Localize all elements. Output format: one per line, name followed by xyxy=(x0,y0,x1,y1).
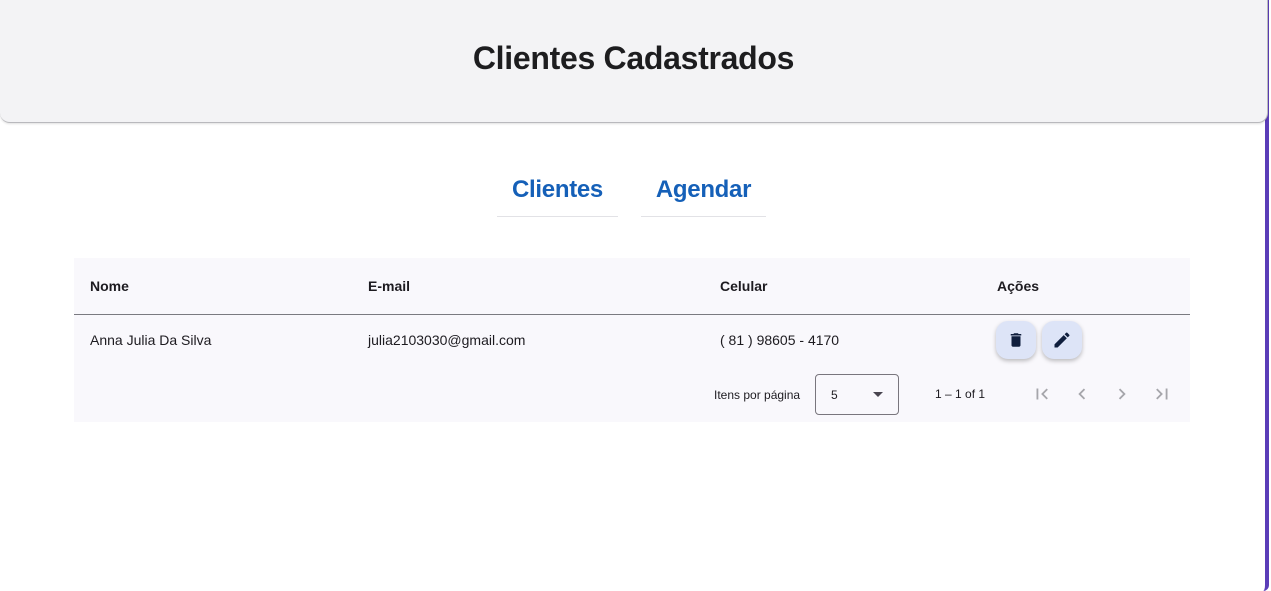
first-page-icon xyxy=(1036,388,1048,400)
cell-nome: Anna Julia Da Silva xyxy=(90,332,212,348)
last-page-icon xyxy=(1156,388,1168,400)
page-size-value: 5 xyxy=(831,388,838,402)
column-header-email[interactable]: E-mail xyxy=(368,278,410,294)
page-header: Clientes Cadastrados xyxy=(0,0,1268,123)
last-page-button[interactable] xyxy=(1150,382,1174,406)
previous-page-button[interactable] xyxy=(1070,382,1094,406)
table-header-row: Nome E-mail Celular Ações xyxy=(74,258,1190,315)
tab-clientes[interactable]: Clientes xyxy=(497,165,618,217)
column-header-acoes: Ações xyxy=(997,278,1040,294)
paginator-range-label: 1 – 1 of 1 xyxy=(935,387,986,401)
dropdown-arrow-icon xyxy=(873,392,883,397)
delete-icon xyxy=(1010,333,1022,347)
edit-button[interactable] xyxy=(1042,321,1082,359)
tab-agendar[interactable]: Agendar xyxy=(641,165,766,217)
clients-table: Nome E-mail Celular Ações Anna Julia Da … xyxy=(74,258,1190,422)
edit-icon xyxy=(1054,332,1070,348)
delete-button[interactable] xyxy=(996,321,1036,359)
column-header-celular[interactable]: Celular xyxy=(720,278,767,294)
items-per-page-label: Itens por página xyxy=(714,388,801,402)
next-page-icon xyxy=(1118,388,1126,400)
page-size-select[interactable]: 5 xyxy=(815,374,899,415)
next-page-button[interactable] xyxy=(1110,382,1134,406)
cell-celular: ( 81 ) 98605 - 4170 xyxy=(720,332,840,348)
previous-page-icon xyxy=(1078,388,1086,400)
page-title: Clientes Cadastrados xyxy=(472,40,795,76)
cell-email: julia2103030@gmail.com xyxy=(368,332,526,348)
column-header-nome[interactable]: Nome xyxy=(90,278,129,294)
first-page-button[interactable] xyxy=(1030,382,1054,406)
